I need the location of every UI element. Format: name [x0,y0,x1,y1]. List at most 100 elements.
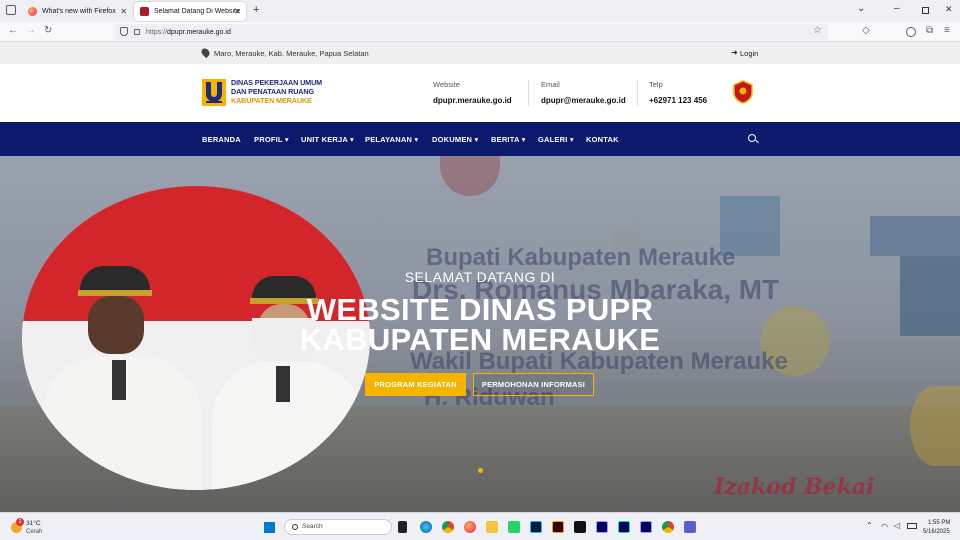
pupr-logo-icon[interactable] [202,79,226,106]
nav-item-berita[interactable]: BERITA ▾ [491,135,526,144]
speaker-icon[interactable]: ◁ [894,521,900,530]
weather-condition: Cerah [26,529,43,535]
minimize-button[interactable]: – [894,3,900,14]
windows-start-icon[interactable] [264,522,275,533]
forward-arrow-icon[interactable]: → [26,25,36,36]
firefox-icon[interactable] [464,521,476,533]
browser-toolbar: ← → ↻ https://dpupr.merauke.go.id ☆ ◇ ⧉ … [0,22,960,42]
photoshop-icon[interactable] [530,521,542,533]
logo-text[interactable]: DINAS PEKERJAAN UMUM DAN PENATAAN RUANG … [231,78,322,105]
back-arrow-icon[interactable]: ← [8,25,18,36]
lock-icon[interactable] [134,29,140,35]
menu-icon[interactable]: ≡ [944,25,950,36]
pocket-icon[interactable]: ◇ [862,25,870,36]
nav-item-unit-kerja[interactable]: UNIT KERJA ▾ [301,135,354,144]
chevron-down-icon: ▾ [414,135,419,144]
browser-tab-bar: What's new with Firefox ✕ Selamat Datang… [0,0,960,22]
contact-value: dpupr.merauke.go.id [433,96,512,105]
chevron-up-icon[interactable]: ⌃ [866,521,873,530]
divider [637,80,638,106]
login-icon[interactable]: ➜ [731,48,738,57]
nav-item-kontak[interactable]: KONTAK [586,135,619,144]
merauke-emblem-icon [733,80,753,104]
tab-list-icon[interactable] [6,5,16,15]
after-effects-icon[interactable] [640,521,652,533]
taskbar-search-placeholder: Search [302,523,323,530]
location-text: Maro, Merauke, Kab. Merauke, Papua Selat… [214,49,369,58]
taskbar-search-box[interactable]: Search [284,519,392,535]
contact-label: Email [541,80,560,89]
chevron-down-icon[interactable]: ⌄ [857,3,865,14]
battery-icon[interactable] [907,523,917,529]
close-icon[interactable]: ✕ [234,7,241,16]
chevron-down-icon: ▾ [350,135,354,144]
weather-badge: 2 [16,518,24,526]
hero-slider: Bupati Kabupaten Merauke Drs. Romanus Mb… [0,156,960,512]
close-window-button[interactable]: ✕ [945,4,953,15]
clock-date[interactable]: 5/16/2025 [923,529,950,535]
chevron-down-icon: ▾ [569,135,574,144]
tab-title: Selamat Datang Di Website Din [154,8,240,15]
permohonan-informasi-button[interactable]: PERMOHONAN INFORMASI [473,373,594,396]
tab-whats-new[interactable]: What's new with Firefox ✕ [22,2,132,21]
nav-item-beranda[interactable]: BERANDA [202,135,241,144]
teams-icon[interactable] [684,521,696,533]
premiere-icon[interactable] [596,521,608,533]
contact-label: Telp [649,80,663,89]
chevron-down-icon: ▾ [521,135,526,144]
hero-title-line-2: KABUPATEN MERAUKE [299,322,661,357]
illustrator-icon[interactable] [552,521,564,533]
new-tab-button[interactable]: + [253,4,259,16]
task-view-icon[interactable] [398,521,407,533]
reload-icon[interactable]: ↻ [44,25,52,36]
slider-dot-active[interactable] [478,468,483,473]
extensions-icon[interactable]: ⧉ [926,25,933,36]
whatsapp-icon[interactable] [508,521,520,533]
site-favicon-icon [140,7,149,16]
chrome-icon[interactable] [442,521,454,533]
account-icon[interactable] [906,27,916,37]
nav-item-dokumen[interactable]: DOKUMEN ▾ [432,135,478,144]
wifi-icon[interactable]: ◠ [881,522,888,531]
file-explorer-icon[interactable] [486,521,498,533]
capcut-icon[interactable] [574,521,586,533]
site-header: DINAS PEKERJAAN UMUM DAN PENATAAN RUANG … [0,64,960,122]
nav-item-pelayanan[interactable]: PELAYANAN ▾ [365,135,418,144]
windows-taskbar: 2 31°C Cerah Search ⌃ ◠ ◁ 1:55 PM 5/16/2… [0,512,960,540]
close-icon[interactable]: ✕ [120,7,127,16]
hero-bg-text-1: Bupati Kabupaten Merauke [426,244,736,271]
contact-value: +62971 123 456 [649,96,708,105]
contact-email: Email dpupr@merauke.go.id [541,80,626,105]
nav-item-galeri[interactable]: GALERI ▾ [538,135,574,144]
firefox-icon [28,7,37,16]
shield-icon[interactable] [120,27,128,36]
login-link[interactable]: Login [740,49,758,58]
contact-website: Website dpupr.merauke.go.id [433,80,512,105]
weather-temp[interactable]: 31°C [26,520,41,527]
url-bar[interactable]: https://dpupr.merauke.go.id ☆ [114,24,828,40]
search-icon [292,524,298,530]
bookmark-star-icon[interactable]: ☆ [813,25,822,36]
maximize-button[interactable] [922,7,929,14]
nav-item-profil[interactable]: PROFIL ▾ [254,135,289,144]
hero-subtitle: SELAMAT DATANG DI [404,269,556,285]
main-navigation: BERANDA PROFIL ▾ UNIT KERJA ▾ PELAYANAN … [0,122,960,156]
divider [528,80,529,106]
url-domain: dpupr.merauke.go.id [167,28,231,36]
logo-line-3: KABUPATEN MERAUKE [231,95,312,105]
deco-shape [910,386,960,466]
program-kegiatan-button[interactable]: PROGRAM KEGIATAN [365,373,466,396]
chevron-down-icon: ▾ [284,135,289,144]
audition-icon[interactable] [618,521,630,533]
clock-time[interactable]: 1:55 PM [928,520,950,526]
chrome-profile-icon[interactable] [662,521,674,533]
tab-title: What's new with Firefox [42,8,116,15]
location-pin-icon [199,46,212,59]
chevron-down-icon: ▾ [474,135,479,144]
site-top-bar: Maro, Merauke, Kab. Merauke, Papua Selat… [0,42,960,64]
edge-icon[interactable] [420,521,432,533]
contact-phone: Telp +62971 123 456 [649,80,707,105]
url-prefix: https:// [146,28,168,36]
deco-shape [870,216,960,256]
tab-selamat-datang[interactable]: Selamat Datang Di Website Din ✕ [134,2,246,21]
